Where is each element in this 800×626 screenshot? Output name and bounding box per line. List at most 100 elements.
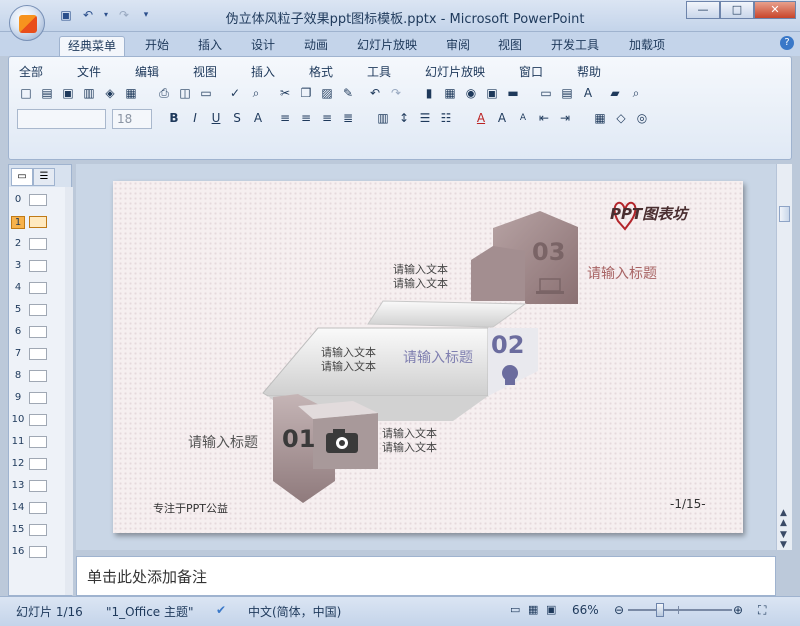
justify-icon[interactable]: ≣	[339, 109, 357, 127]
font-color-icon[interactable]: A	[472, 109, 490, 127]
folder-icon[interactable]: ▰	[606, 84, 624, 102]
menu-insert[interactable]: 插入	[251, 63, 275, 80]
customize-qat-icon[interactable]: ▾	[138, 7, 154, 23]
new-icon[interactable]: □	[17, 84, 35, 102]
tab-design[interactable]: 设计	[251, 36, 275, 56]
smartart-icon[interactable]: ◉	[462, 84, 480, 102]
shape-fill-icon[interactable]: ▬	[504, 84, 522, 102]
align-right-icon[interactable]: ≡	[318, 109, 336, 127]
zoom-slider-thumb[interactable]	[656, 603, 664, 617]
italic-icon[interactable]: I	[186, 109, 204, 127]
font-name-combo[interactable]	[17, 109, 106, 129]
zoom-level[interactable]: 66%	[572, 603, 599, 617]
columns-icon[interactable]: ▥	[374, 109, 392, 127]
open-icon[interactable]: ▤	[38, 84, 56, 102]
slide-thumbnail[interactable]: 16	[11, 545, 55, 561]
spelling-icon[interactable]: ✓	[226, 84, 244, 102]
slide-thumbnail[interactable]: 13	[11, 479, 55, 495]
slide-thumbnail[interactable]: 8	[11, 369, 55, 385]
tab-developer[interactable]: 开发工具	[551, 36, 599, 56]
fit-to-window-icon[interactable]: ⛶	[758, 603, 766, 618]
slide-thumbnail-image[interactable]	[29, 260, 47, 272]
slide-thumbnail[interactable]: 14	[11, 501, 55, 517]
slide-thumbnail[interactable]: 7	[11, 347, 55, 363]
chart-icon[interactable]: ▮	[420, 84, 438, 102]
slide-thumbnail-image[interactable]	[29, 414, 47, 426]
step3-title[interactable]: 请输入标题	[587, 263, 657, 283]
print-preview-icon[interactable]: ◫	[176, 84, 194, 102]
line-spacing-icon[interactable]: ↕	[395, 109, 413, 127]
slide-thumbnail[interactable]: 9	[11, 391, 55, 407]
step3-text2[interactable]: 请输入文本	[393, 275, 448, 291]
slide-sorter-icon[interactable]: ▦	[528, 603, 538, 616]
notes-placeholder[interactable]: 单击此处添加备注	[87, 566, 207, 587]
step2-title[interactable]: 请输入标题	[403, 347, 473, 367]
shadow-icon[interactable]: S	[228, 109, 246, 127]
save-icon[interactable]: ▣	[58, 7, 74, 23]
slide-thumbnail[interactable]: 4	[11, 281, 55, 297]
copy-icon[interactable]: ❐	[297, 84, 315, 102]
tab-animations[interactable]: 动画	[304, 36, 328, 56]
slide-preview-icon[interactable]: ▭	[197, 84, 215, 102]
grow-font-icon[interactable]: A	[493, 109, 511, 127]
print-icon[interactable]: ⎙	[155, 84, 173, 102]
undo-icon[interactable]: ↶	[366, 84, 384, 102]
format-painter-icon[interactable]: ✎	[339, 84, 357, 102]
tab-classic-menu[interactable]: 经典菜单	[59, 36, 126, 56]
align-left-icon[interactable]: ≡	[276, 109, 294, 127]
step1-title[interactable]: 请输入标题	[188, 432, 258, 452]
menu-edit[interactable]: 编辑	[135, 63, 159, 80]
zoom-out-icon[interactable]: ⊖	[614, 603, 624, 617]
font-size-combo[interactable]: 18	[112, 109, 152, 129]
zoom-slider[interactable]	[628, 603, 732, 617]
bullets-icon[interactable]: ☷	[437, 109, 455, 127]
office-button[interactable]	[9, 5, 45, 41]
slide-thumbnail-image[interactable]	[29, 546, 47, 558]
vertical-scrollbar[interactable]: ▲ ▲ ▼ ▼	[776, 164, 792, 550]
permission-icon[interactable]: ◈	[101, 84, 119, 102]
slides-tab[interactable]: ▭	[11, 168, 33, 186]
arrange-icon[interactable]: ▦	[591, 109, 609, 127]
next-slide-icon[interactable]: ▼ ▼	[780, 530, 787, 550]
slide-thumbnail-image[interactable]	[29, 238, 47, 250]
slide-thumbnail[interactable]: 11	[11, 435, 55, 451]
slide-thumbnail-image[interactable]	[29, 458, 47, 470]
status-theme[interactable]: "1_Office 主题"	[106, 603, 194, 620]
slide-thumbnail[interactable]: 2	[11, 237, 55, 253]
slides-pane-scrollbar[interactable]	[65, 187, 73, 595]
tab-review[interactable]: 审阅	[446, 36, 470, 56]
slide-thumbnail[interactable]: 10	[11, 413, 55, 429]
slide-thumbnail-image[interactable]	[29, 392, 47, 404]
slide-thumbnail-image[interactable]	[29, 370, 47, 382]
spell-check-icon[interactable]: ✔	[216, 603, 226, 617]
menu-all[interactable]: 全部	[19, 63, 43, 80]
underline-icon[interactable]: U	[207, 109, 225, 127]
prev-slide-icon[interactable]: ▲ ▲	[780, 508, 787, 528]
shape-effects-icon[interactable]: ◎	[633, 109, 651, 127]
menu-tools[interactable]: 工具	[367, 63, 391, 80]
help-icon[interactable]: ?	[780, 36, 794, 50]
scroll-thumb[interactable]	[779, 206, 790, 222]
tab-home[interactable]: 开始	[145, 36, 169, 56]
align-center-icon[interactable]: ≡	[297, 109, 315, 127]
shape-outline-icon[interactable]: ◇	[612, 109, 630, 127]
outline-tab[interactable]: ☰	[33, 168, 55, 186]
numbering-icon[interactable]: ☰	[416, 109, 434, 127]
slide-thumbnail-image[interactable]	[29, 326, 47, 338]
slide-thumbnail[interactable]: 5	[11, 303, 55, 319]
slide-thumbnail[interactable]: 3	[11, 259, 55, 275]
shrink-font-icon[interactable]: A	[514, 109, 532, 127]
slide-thumbnail[interactable]: 15	[11, 523, 55, 539]
menu-view[interactable]: 视图	[193, 63, 217, 80]
undo-dropdown-icon[interactable]: ▾	[102, 7, 110, 23]
publish-icon[interactable]: ▦	[122, 84, 140, 102]
redo-icon[interactable]: ↷	[387, 84, 405, 102]
maximize-button[interactable]: □	[720, 1, 754, 19]
tab-addins[interactable]: 加载项	[629, 36, 665, 56]
undo-icon[interactable]: ↶	[80, 7, 96, 23]
menu-help[interactable]: 帮助	[577, 63, 601, 80]
normal-view-icon[interactable]: ▭	[510, 603, 520, 616]
picture-icon[interactable]: ▣	[483, 84, 501, 102]
save-icon[interactable]: ▣	[59, 84, 77, 102]
paste-icon[interactable]: ▨	[318, 84, 336, 102]
